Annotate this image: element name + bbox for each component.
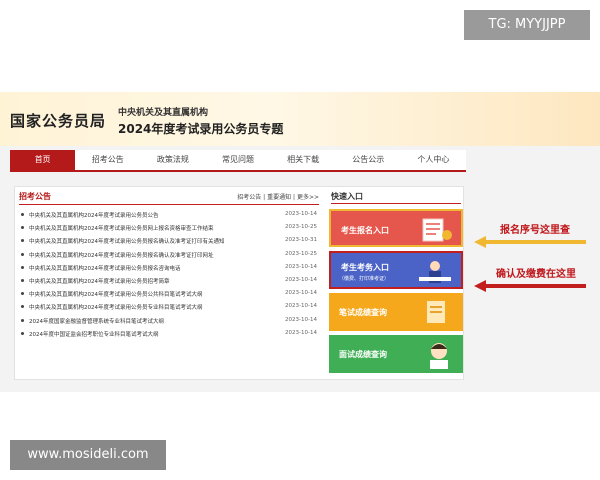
notice-title: 招考公告 (19, 192, 51, 201)
main-nav: 首页 招考公告 政策法规 常见问题 相关下载 公告公示 个人中心 (10, 150, 466, 172)
nav-announcements[interactable]: 公告公示 (336, 150, 401, 170)
bullet-icon (21, 305, 24, 309)
divider (331, 203, 461, 204)
nav-policies[interactable]: 政策法规 (140, 150, 205, 170)
nav-faq[interactable]: 常见问题 (205, 150, 270, 170)
nav-personal-center[interactable]: 个人中心 (401, 150, 466, 170)
site-logo-title[interactable]: 国家公务员局 (10, 110, 106, 131)
notice-text[interactable]: 中央机关及其直属机构2024年度考试录用公务员报名确认及准考证打印有关通知 (29, 237, 269, 245)
list-item[interactable]: 中央机关及其直属机构2024年度考试录用公务员招考简章 2023-10-14 (19, 275, 319, 288)
notice-text[interactable]: 中央机关及其直属机构2024年度考试录用公务员公告 (29, 211, 269, 219)
exam-affairs-illustration-icon (419, 261, 451, 283)
notice-date: 2023-10-14 (285, 211, 317, 217)
annotation-registration-number: 报名序号这里查 (500, 225, 570, 236)
written-score-query-button[interactable]: 笔试成绩查询 (329, 293, 463, 331)
arrow-left-icon (474, 280, 586, 292)
notice-date: 2023-10-14 (285, 290, 317, 297)
document-illustration-icon (427, 301, 445, 323)
button-label: 考生考务入口 (341, 263, 389, 272)
list-item[interactable]: 中央机关及其直属机构2024年度考试录用公务员报名确认及准考证打印网址 2023-… (19, 249, 319, 262)
bullet-icon (21, 239, 24, 243)
list-item[interactable]: 中央机关及其直属机构2024年度考试录用公务员专业科目笔试考试大纲 2023-10… (19, 301, 319, 314)
nav-exam-notice[interactable]: 招考公告 (75, 150, 140, 170)
nav-home[interactable]: 首页 (10, 150, 76, 170)
registration-illustration-icon (422, 218, 452, 242)
list-item[interactable]: 2024年度中国证监会招考职位专业科目笔试考试大纲 2023-10-14 (19, 328, 319, 341)
notice-date: 2023-10-25 (285, 250, 317, 257)
notice-date: 2023-10-31 (285, 237, 317, 244)
notice-date: 2023-10-14 (285, 303, 317, 310)
list-item[interactable]: 中央机关及其直属机构2024年度考试录用公务员报名确认及准考证打印有关通知 202… (19, 235, 319, 248)
exam-affairs-button[interactable]: 考生考务入口 （缴费、打印准考证） (329, 251, 463, 289)
notice-tab-links[interactable]: 招考公告 | 重要通知 | 更多>> (237, 192, 319, 201)
bullet-icon (21, 252, 24, 256)
notice-date: 2023-10-14 (285, 316, 317, 323)
notice-text[interactable]: 中央机关及其直属机构2024年度考试录用公务员招考简章 (29, 277, 269, 285)
notice-date: 2023-10-25 (285, 224, 317, 231)
nav-downloads[interactable]: 相关下载 (271, 150, 336, 170)
button-label: 考生报名入口 (341, 226, 389, 235)
watermark-bottom: www.mosideli.com (10, 440, 166, 470)
site-banner: 国家公务员局 中央机关及其直属机构 2024年度考试录用公务员专题 (0, 92, 600, 146)
list-item[interactable]: 2024年度国家金融监督管理系统专业科目笔试考试大纲 2023-10-14 (19, 315, 319, 328)
list-item[interactable]: 中央机关及其直属机构2024年度考试录用公务员公告 2023-10-14 (19, 209, 319, 222)
list-item[interactable]: 中央机关及其直属机构2024年度考试录用公务员网上报名资格审查工作结束 2023-… (19, 222, 319, 235)
annotation-confirm-payment: 确认及缴费在这里 (496, 269, 576, 280)
list-item[interactable]: 中央机关及其直属机构2024年度考试录用公务员报名咨询电话 2023-10-14 (19, 262, 319, 275)
notice-text[interactable]: 中央机关及其直属机构2024年度考试录用公务员报名咨询电话 (29, 264, 269, 272)
bullet-icon (21, 278, 24, 282)
applicant-registration-button[interactable]: 考生报名入口 (329, 209, 463, 247)
list-item[interactable]: 中央机关及其直属机构2024年度考试录用公务员公共科目笔试考试大纲 2023-10… (19, 288, 319, 301)
notice-text[interactable]: 2024年度国家金融监督管理系统专业科目笔试考试大纲 (29, 317, 269, 325)
notice-text[interactable]: 2024年度中国证监会招考职位专业科目笔试考试大纲 (29, 330, 269, 338)
arrow-left-icon (474, 236, 586, 248)
quick-entry-panel: 快速入口 考生报名入口 考生考务入口 （缴费、打印准考证） 笔试成绩查询 面试成… (327, 187, 465, 379)
interview-score-query-button[interactable]: 面试成绩查询 (329, 335, 463, 373)
notice-text[interactable]: 中央机关及其直属机构2024年度考试录用公务员网上报名资格审查工作结束 (29, 224, 269, 232)
bullet-icon (21, 331, 24, 335)
notice-panel: 招考公告 招考公告 | 重要通知 | 更多>> 中央机关及其直属机构2024年度… (15, 187, 323, 379)
bullet-icon (21, 213, 24, 216)
main-content: 招考公告 招考公告 | 重要通知 | 更多>> 中央机关及其直属机构2024年度… (14, 186, 464, 380)
quick-entry-title: 快速入口 (331, 192, 363, 201)
button-label: 笔试成绩查询 (339, 308, 387, 317)
watermark-top: TG: MYYJJPP (464, 10, 590, 40)
notice-header: 招考公告 招考公告 | 重要通知 | 更多>> (19, 191, 319, 205)
bullet-icon (21, 292, 24, 296)
notice-text[interactable]: 中央机关及其直属机构2024年度考试录用公务员专业科目笔试考试大纲 (29, 303, 269, 311)
banner-subtitle-1: 中央机关及其直属机构 (118, 108, 209, 118)
notice-date: 2023-10-14 (285, 329, 317, 336)
notice-text[interactable]: 中央机关及其直属机构2024年度考试录用公务员公共科目笔试考试大纲 (29, 290, 269, 298)
notice-date: 2023-10-14 (285, 263, 317, 270)
notice-date: 2023-10-14 (285, 276, 317, 283)
banner-subtitle-2: 2024年度考试录用公务员专题 (118, 122, 284, 136)
button-label: 面试成绩查询 (339, 350, 387, 359)
button-sublabel: （缴费、打印准考证） (339, 276, 390, 282)
bullet-icon (21, 318, 24, 322)
notice-text[interactable]: 中央机关及其直属机构2024年度考试录用公务员报名确认及准考证打印网址 (29, 251, 269, 259)
notice-list: 中央机关及其直属机构2024年度考试录用公务员公告 2023-10-14 中央机关… (19, 209, 319, 341)
bullet-icon (21, 226, 24, 230)
person-illustration-icon (430, 343, 448, 369)
bullet-icon (21, 265, 24, 269)
screenshot: TG: MYYJJPP 国家公务员局 中央机关及其直属机构 2024年度考试录用… (0, 0, 600, 480)
